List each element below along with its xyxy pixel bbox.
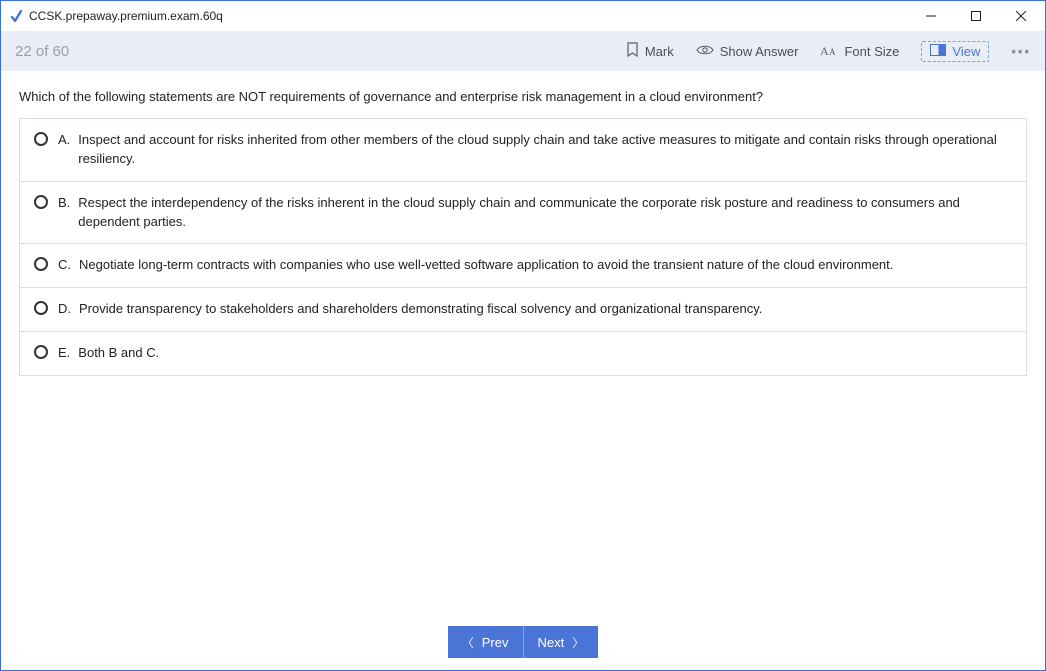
font-size-button[interactable]: AA Font Size xyxy=(820,43,899,60)
chevron-left-icon: 〈 xyxy=(462,634,474,651)
view-icon xyxy=(930,44,946,59)
bookmark-icon xyxy=(626,42,639,60)
title-bar: CCSK.prepaway.premium.exam.60q xyxy=(1,1,1045,31)
svg-text:A: A xyxy=(829,47,836,57)
footer-nav: 〈 Prev Next 〉 xyxy=(1,614,1045,670)
option-e[interactable]: E. Both B and C. xyxy=(20,331,1026,375)
font-size-label: Font Size xyxy=(844,44,899,59)
option-text: Provide transparency to stakeholders and… xyxy=(79,300,1012,319)
close-button[interactable] xyxy=(998,1,1043,31)
option-c[interactable]: C. Negotiate long-term contracts with co… xyxy=(20,243,1026,287)
mark-button[interactable]: Mark xyxy=(626,42,674,60)
maximize-button[interactable] xyxy=(953,1,998,31)
option-letter: B. xyxy=(58,194,70,232)
option-text: Respect the interdependency of the risks… xyxy=(78,194,1012,232)
radio-icon xyxy=(34,132,48,146)
option-letter: C. xyxy=(58,256,71,275)
question-counter: 22 of 60 xyxy=(15,43,69,60)
radio-icon xyxy=(34,257,48,271)
option-text: Inspect and account for risks inherited … xyxy=(78,131,1012,169)
view-button[interactable]: View xyxy=(921,41,989,62)
question-text: Which of the following statements are NO… xyxy=(19,89,1027,104)
option-letter: A. xyxy=(58,131,70,169)
view-label: View xyxy=(952,44,980,59)
prev-button[interactable]: 〈 Prev xyxy=(448,626,524,658)
app-logo-icon xyxy=(9,9,23,23)
content-area: Which of the following statements are NO… xyxy=(1,71,1045,614)
radio-icon xyxy=(34,301,48,315)
more-button[interactable]: ••• xyxy=(1011,44,1031,59)
show-answer-button[interactable]: Show Answer xyxy=(696,44,799,59)
toolbar: 22 of 60 Mark Show Answer AA Font Size V… xyxy=(1,31,1045,71)
mark-label: Mark xyxy=(645,44,674,59)
option-b[interactable]: B. Respect the interdependency of the ri… xyxy=(20,181,1026,244)
option-text: Negotiate long-term contracts with compa… xyxy=(79,256,1012,275)
option-letter: E. xyxy=(58,344,70,363)
minimize-button[interactable] xyxy=(908,1,953,31)
option-text: Both B and C. xyxy=(78,344,1012,363)
options-list: A. Inspect and account for risks inherit… xyxy=(19,118,1027,376)
eye-icon xyxy=(696,44,714,59)
next-button[interactable]: Next 〉 xyxy=(524,626,599,658)
option-a[interactable]: A. Inspect and account for risks inherit… xyxy=(20,119,1026,181)
option-d[interactable]: D. Provide transparency to stakeholders … xyxy=(20,287,1026,331)
option-letter: D. xyxy=(58,300,71,319)
radio-icon xyxy=(34,345,48,359)
show-answer-label: Show Answer xyxy=(720,44,799,59)
window-title: CCSK.prepaway.premium.exam.60q xyxy=(29,9,223,23)
prev-label: Prev xyxy=(482,635,509,650)
font-size-icon: AA xyxy=(820,43,838,60)
next-label: Next xyxy=(538,635,565,650)
chevron-right-icon: 〉 xyxy=(572,634,584,651)
radio-icon xyxy=(34,195,48,209)
svg-text:A: A xyxy=(820,44,829,57)
